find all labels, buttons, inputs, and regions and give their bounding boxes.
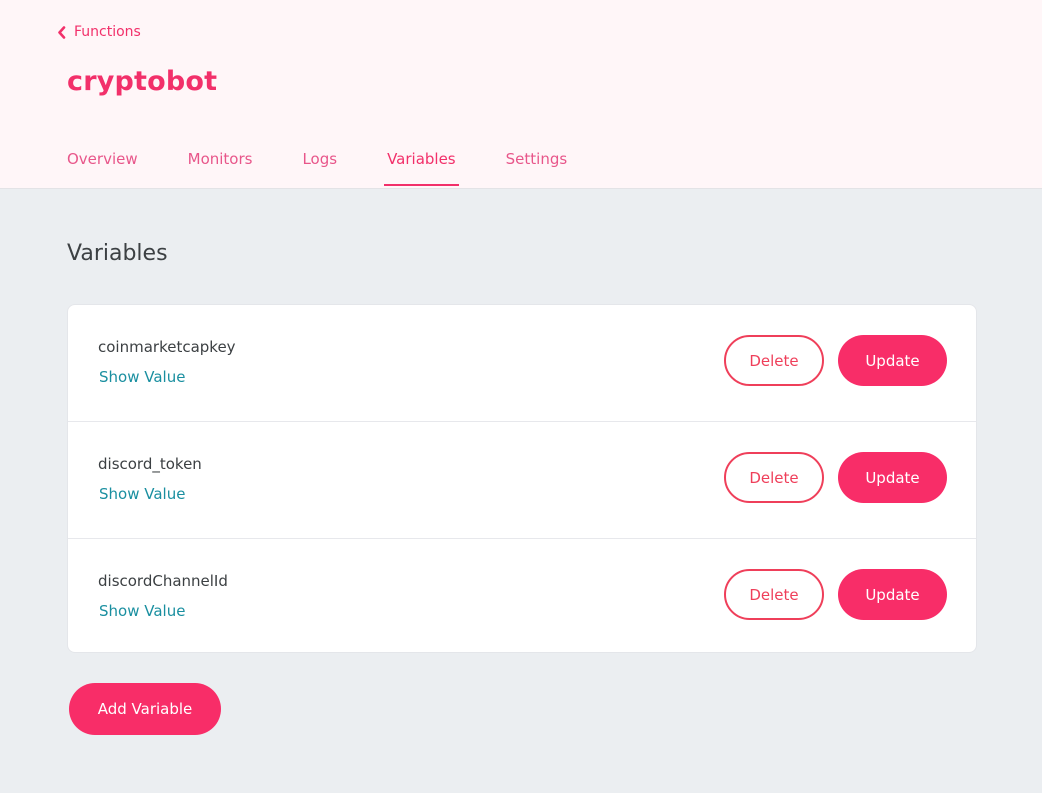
variable-row: coinmarketcapkey Show Value Delete Updat… bbox=[68, 305, 976, 422]
back-to-functions-link[interactable]: Functions bbox=[57, 24, 141, 40]
update-button[interactable]: Update bbox=[838, 452, 947, 503]
update-button[interactable]: Update bbox=[838, 335, 947, 386]
tab-bar: Overview Monitors Logs Variables Setting… bbox=[67, 150, 617, 186]
tab-settings[interactable]: Settings bbox=[506, 150, 568, 185]
variable-name: discordChannelId bbox=[98, 572, 228, 590]
back-link-label: Functions bbox=[74, 24, 141, 40]
delete-button[interactable]: Delete bbox=[724, 569, 824, 620]
tab-variables[interactable]: Variables bbox=[384, 150, 459, 186]
variable-row: discord_token Show Value Delete Update bbox=[68, 422, 976, 539]
show-value-link[interactable]: Show Value bbox=[99, 368, 185, 386]
variable-name: coinmarketcapkey bbox=[98, 338, 236, 356]
update-button[interactable]: Update bbox=[838, 569, 947, 620]
delete-button[interactable]: Delete bbox=[724, 452, 824, 503]
show-value-link[interactable]: Show Value bbox=[99, 602, 185, 620]
page-header: Functions cryptobot Overview Monitors Lo… bbox=[0, 0, 1042, 189]
tab-monitors[interactable]: Monitors bbox=[188, 150, 253, 185]
tab-overview[interactable]: Overview bbox=[67, 150, 138, 185]
delete-button[interactable]: Delete bbox=[724, 335, 824, 386]
add-variable-button[interactable]: Add Variable bbox=[69, 683, 221, 735]
variable-name: discord_token bbox=[98, 455, 202, 473]
chevron-left-icon bbox=[57, 25, 66, 39]
variables-list: coinmarketcapkey Show Value Delete Updat… bbox=[67, 304, 977, 653]
page-title: cryptobot bbox=[67, 66, 218, 97]
show-value-link[interactable]: Show Value bbox=[99, 485, 185, 503]
tab-logs[interactable]: Logs bbox=[302, 150, 337, 185]
section-title: Variables bbox=[67, 241, 168, 266]
variable-row: discordChannelId Show Value Delete Updat… bbox=[68, 539, 976, 652]
